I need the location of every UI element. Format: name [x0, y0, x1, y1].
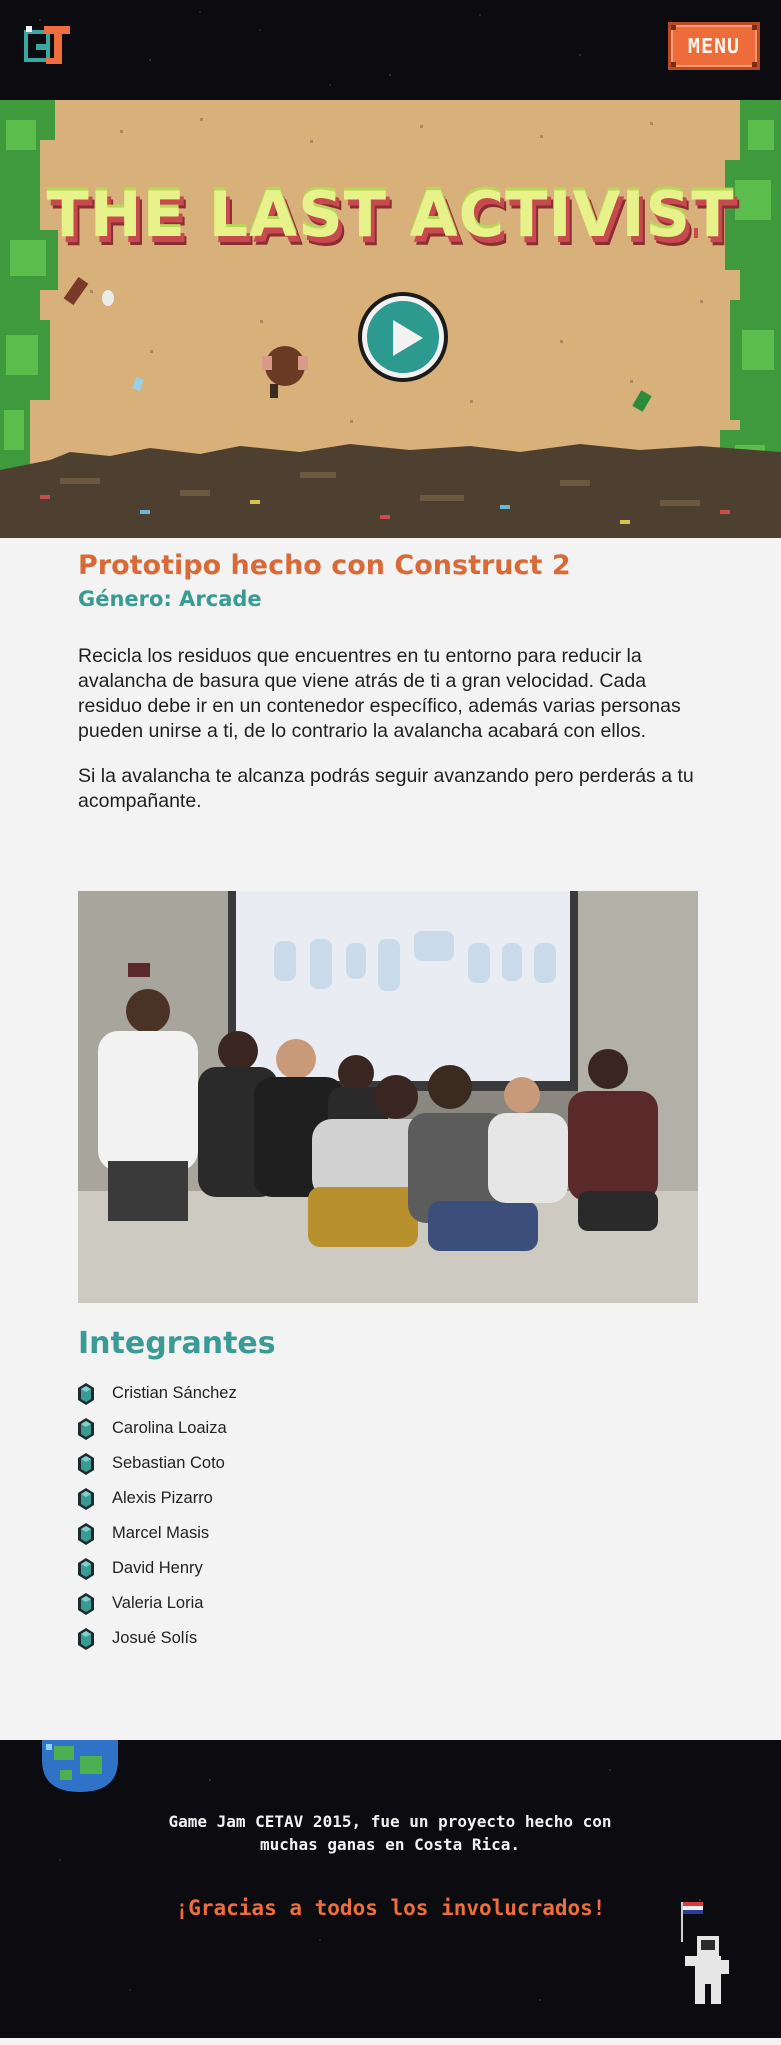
menu-corner: [752, 62, 757, 67]
description-paragraph: Si la avalancha te alcanza podrás seguir…: [78, 765, 694, 812]
earth-icon: [42, 1740, 118, 1792]
member-name: Josué Solís: [112, 1629, 198, 1647]
menu-button[interactable]: MENU: [668, 22, 760, 70]
member-name: Marcel Masis: [112, 1524, 210, 1542]
gem-icon: [78, 1452, 94, 1475]
team-member-list: Cristian Sánchez Carolina Loaiza Sebasti…: [78, 1376, 237, 1656]
team-photo: [78, 891, 698, 1303]
project-info: Prototipo hecho con Construct 2 Género: …: [78, 548, 699, 814]
footer-thanks: ¡Gracias a todos los involucrados!: [175, 1896, 606, 1920]
list-item: David Henry: [78, 1551, 237, 1586]
member-name: David Henry: [112, 1559, 203, 1577]
member-name: Alexis Pizarro: [112, 1489, 213, 1507]
play-icon: [393, 320, 423, 356]
footer-line: muchas ganas en Costa Rica.: [259, 1835, 521, 1854]
gem-icon: [78, 1417, 94, 1440]
footer-message: Game Jam CETAV 2015, fue un proyecto hec…: [140, 1810, 640, 1856]
project-title: Prototipo hecho con Construct 2: [78, 550, 571, 581]
gem-icon: [78, 1592, 94, 1615]
gem-icon: [78, 1487, 94, 1510]
list-item: Valeria Loria: [78, 1586, 237, 1621]
member-name: Cristian Sánchez: [112, 1384, 237, 1402]
list-item: Carolina Loaiza: [78, 1411, 237, 1446]
list-item: Josué Solís: [78, 1621, 237, 1656]
project-description: Recicla los residuos que encuentres en t…: [78, 644, 699, 814]
page-bottom: [0, 2038, 781, 2045]
menu-corner: [752, 25, 757, 30]
bottle-icon: [63, 276, 89, 306]
list-item: Sebastian Coto: [78, 1446, 237, 1481]
astronaut-icon: [681, 1902, 729, 2004]
member-name: Valeria Loria: [112, 1594, 204, 1612]
site-footer: Game Jam CETAV 2015, fue un proyecto hec…: [0, 1740, 781, 2038]
member-name: Sebastian Coto: [112, 1454, 225, 1472]
gem-icon: [78, 1557, 94, 1580]
menu-corner: [671, 25, 676, 30]
menu-label: MENU: [687, 34, 741, 58]
list-item: Marcel Masis: [78, 1516, 237, 1551]
list-item: Alexis Pizarro: [78, 1481, 237, 1516]
game-banner: THE LAST ACTIVIST: [0, 100, 781, 538]
play-button[interactable]: [362, 296, 444, 378]
list-item: Cristian Sánchez: [78, 1376, 237, 1411]
footer-line: Game Jam CETAV 2015, fue un proyecto hec…: [168, 1812, 612, 1831]
team-section-title: Integrantes: [78, 1326, 276, 1361]
gem-icon: [78, 1382, 94, 1405]
site-header: MENU: [0, 0, 781, 100]
menu-corner: [671, 62, 676, 67]
gem-icon: [78, 1522, 94, 1545]
member-name: Carolina Loaiza: [112, 1419, 227, 1437]
description-paragraph: Recicla los residuos que encuentres en t…: [78, 645, 681, 742]
gj-logo-icon[interactable]: [24, 24, 70, 66]
game-title: THE LAST ACTIVIST: [46, 178, 735, 251]
player-character-icon: [262, 346, 308, 398]
gem-icon: [78, 1627, 94, 1650]
project-genre: Género: Arcade: [78, 587, 262, 611]
